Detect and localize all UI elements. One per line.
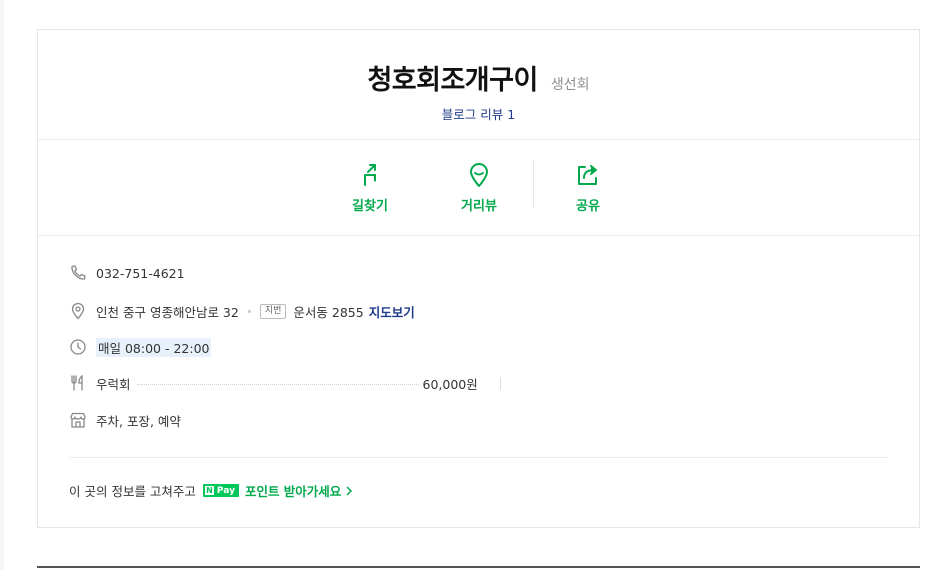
- services-text: 주차, 포장, 예약: [96, 413, 181, 429]
- blog-review-count: 1: [507, 107, 516, 122]
- share-icon: [578, 165, 597, 185]
- clock-icon: [70, 339, 86, 355]
- edit-info-prompt: 이 곳의 정보를 고쳐주고: [69, 484, 196, 499]
- place-title: 청호회조개구이: [367, 65, 538, 96]
- point-link[interactable]: 포인트 받아가세요: [245, 481, 341, 500]
- separator-dot: [247, 309, 251, 313]
- npay-badge: N Pay: [202, 484, 239, 497]
- chevron-right-icon: [346, 485, 353, 496]
- blog-review-link[interactable]: 블로그 리뷰 1: [38, 104, 919, 123]
- place-category: 생선회: [550, 77, 590, 93]
- street-view-button[interactable]: 거리뷰: [439, 162, 519, 214]
- phone-icon: [71, 265, 86, 280]
- hours-row: 매일 08:00 - 22:00: [69, 337, 212, 357]
- action-divider: [533, 160, 534, 208]
- location-pin-icon: [470, 163, 488, 187]
- street-view-label: 거리뷰: [461, 199, 497, 214]
- share-label: 공유: [576, 199, 600, 214]
- menu-row: 우럭회 60,000원: [69, 373, 501, 393]
- jibun-badge: 지번: [259, 303, 287, 319]
- npay-n: N: [204, 486, 214, 495]
- npay-label: Pay: [216, 485, 235, 496]
- services-row: 주차, 포장, 예약: [69, 410, 181, 430]
- title-row: 청호회조개구이 생선회: [38, 58, 919, 97]
- phone-row: 032-751-4621: [69, 263, 185, 283]
- directions-label: 길찾기: [352, 199, 388, 214]
- edit-info-row[interactable]: 이 곳의 정보를 고쳐주고 N Pay 포인트 받아가세요: [69, 481, 353, 500]
- map-view-link[interactable]: 지도보기: [369, 302, 415, 321]
- menu-item-price: 60,000원: [422, 376, 478, 392]
- jibun-address: 운서동 2855: [293, 304, 364, 320]
- place-header: 청호회조개구이 생선회 블로그 리뷰 1: [38, 30, 919, 140]
- location-icon: [71, 302, 85, 320]
- bottom-divider: [37, 566, 920, 568]
- utensils-icon: [71, 374, 83, 391]
- store-icon: [70, 412, 86, 428]
- directions-icon: [364, 164, 376, 186]
- road-address: 인천 중구 영종해안남로 32: [96, 304, 239, 320]
- phone-number[interactable]: 032-751-4621: [96, 266, 185, 281]
- share-button[interactable]: 공유: [548, 162, 628, 214]
- address-row: 인천 중구 영종해안남로 32 지번 운서동 2855 지도보기: [69, 301, 415, 321]
- place-card: 청호회조개구이 생선회 블로그 리뷰 1 길찾기 거리뷰 공유 032-751-…: [37, 29, 920, 528]
- action-bar: 길찾기 거리뷰 공유: [38, 140, 919, 236]
- directions-button[interactable]: 길찾기: [330, 162, 410, 214]
- business-hours: 매일 08:00 - 22:00: [96, 337, 212, 357]
- menu-separator: [499, 376, 501, 390]
- blog-review-label: 블로그 리뷰: [441, 107, 504, 122]
- info-divider: [69, 457, 888, 458]
- menu-dotted-line: [136, 383, 419, 385]
- menu-item-name: 우럭회: [96, 376, 131, 392]
